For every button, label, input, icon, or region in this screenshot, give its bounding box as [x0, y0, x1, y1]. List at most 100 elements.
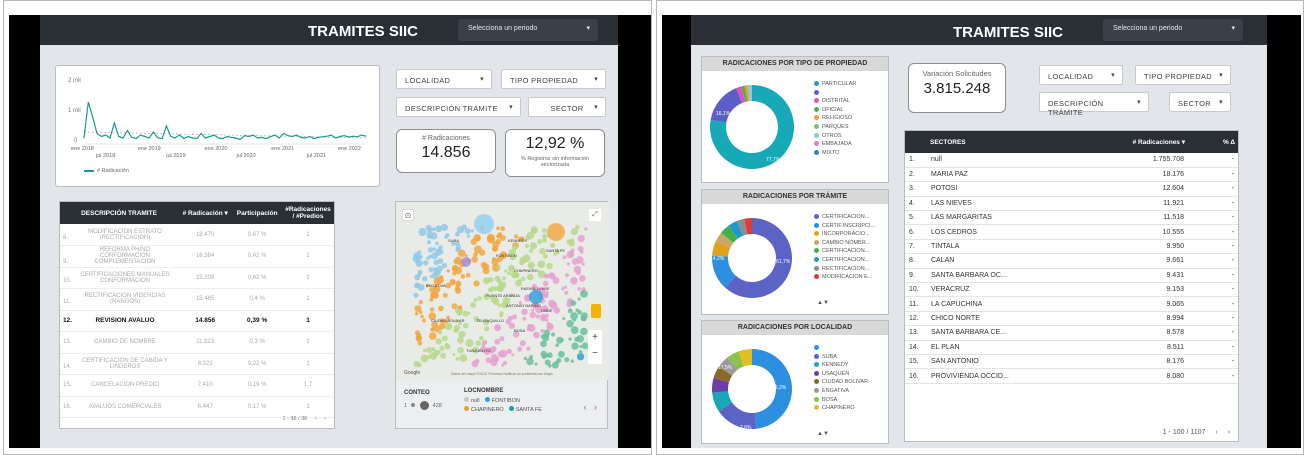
map-bubble[interactable]	[506, 348, 512, 355]
map-bubble[interactable]	[577, 287, 582, 291]
legend-pager[interactable]: ▲▼	[817, 300, 829, 306]
map-bubble[interactable]	[455, 356, 460, 361]
map-bubble[interactable]	[564, 357, 570, 363]
map-bubble[interactable]	[435, 241, 439, 246]
table-row[interactable]: 7. TINTALA 9.950-	[905, 239, 1238, 255]
map-bubble[interactable]	[576, 353, 585, 361]
map-bubble[interactable]	[537, 270, 541, 274]
map-bubble[interactable]	[580, 327, 588, 336]
map-bubble[interactable]	[494, 324, 502, 332]
table-row[interactable]: 13. CAMBIO DE NOMBRE 11.923 0,3 % 1	[60, 331, 334, 354]
map-bubble[interactable]	[540, 350, 548, 358]
map-bubble[interactable]	[452, 353, 456, 357]
legend-item[interactable]: SUBA	[814, 353, 868, 362]
map-bubble[interactable]	[444, 322, 453, 331]
map-bubble[interactable]	[459, 354, 468, 362]
legend-item[interactable]: ENGATIVA	[814, 387, 868, 396]
next-page-icon[interactable]: ›	[1228, 429, 1230, 436]
map-legend-item[interactable]: null	[464, 397, 480, 404]
map-bubble[interactable]	[534, 362, 538, 366]
legend-pager[interactable]: ▲▼	[817, 431, 829, 437]
table-row[interactable]: 8. CALAN 9.661-	[905, 253, 1238, 269]
column-header[interactable]: SECTORES	[927, 131, 1098, 153]
map-bubble[interactable]	[482, 277, 490, 285]
map-bubble[interactable]	[482, 339, 488, 345]
map-bubble[interactable]	[457, 346, 464, 354]
map-bubble[interactable]	[521, 308, 528, 316]
map-bubble[interactable]	[505, 318, 512, 325]
legend-item[interactable]: INCORPORACIO...	[814, 230, 875, 239]
zoom-out-icon[interactable]: −	[588, 346, 602, 362]
map-bubble[interactable]	[420, 354, 429, 363]
descripcion-tramite-filter[interactable]: DESCRIPCIÓN TRÁMITE ▾	[1039, 92, 1149, 117]
map-bubble[interactable]	[529, 290, 543, 304]
map-bubble[interactable]	[440, 352, 447, 359]
map-bubble[interactable]	[486, 233, 495, 242]
map-bubble[interactable]	[493, 357, 498, 363]
map-bubble[interactable]	[474, 245, 482, 254]
map-bubble[interactable]	[493, 286, 499, 292]
map-bubble[interactable]	[519, 340, 526, 347]
map-bubble[interactable]	[428, 267, 434, 273]
map-bubble[interactable]	[431, 272, 439, 279]
map-bubble[interactable]	[563, 285, 568, 289]
legend-item[interactable]: RECTIFICACION...	[814, 265, 875, 274]
map-bubble[interactable]	[461, 257, 471, 267]
map-bubble[interactable]	[570, 326, 579, 334]
map-bubble[interactable]	[580, 315, 587, 322]
map-bubble[interactable]	[457, 337, 464, 344]
map-bubble[interactable]	[442, 292, 448, 298]
map-bubble[interactable]	[553, 252, 557, 256]
table-row[interactable]: 15. CANCELACION PREDIO 7.410 0,19 % 1,7	[60, 374, 334, 397]
map-bubble[interactable]	[415, 259, 423, 267]
map-bubble[interactable]	[573, 265, 582, 274]
map-bubble[interactable]	[445, 233, 450, 237]
table-row[interactable]: 11. LA CAPUCHINA 9.065-	[905, 296, 1238, 312]
map-bubble[interactable]	[492, 245, 499, 252]
sector-filter[interactable]: SECTOR ▾	[1169, 92, 1231, 112]
map-bubble[interactable]	[533, 331, 540, 339]
table-row[interactable]: 12. REVISION AVALUO 14.856 0,39 % 1	[60, 310, 334, 332]
table-row[interactable]: 14. EL PLAN 8.511-	[905, 340, 1238, 355]
map-bubble[interactable]	[494, 338, 501, 345]
prev-page-icon[interactable]: ‹	[1215, 429, 1217, 436]
map-bubble[interactable]	[542, 238, 547, 243]
map-bubble[interactable]	[418, 254, 423, 259]
map-bubble[interactable]	[471, 256, 478, 263]
map-bubble[interactable]	[529, 242, 538, 250]
table-row[interactable]: 2. MARIA PAZ 18.176-	[905, 167, 1238, 183]
map-bubble[interactable]	[455, 287, 462, 294]
map-bubble[interactable]	[542, 253, 548, 259]
map-bubble[interactable]	[413, 292, 419, 298]
map-bubble[interactable]	[568, 337, 572, 341]
map-bubble[interactable]	[551, 332, 556, 337]
map-bubble[interactable]	[546, 262, 553, 270]
localidad-filter[interactable]: LOCALIDAD ▾	[1039, 65, 1123, 85]
map-bubble[interactable]	[539, 247, 546, 255]
map-bubble[interactable]	[526, 357, 534, 366]
map-bubble[interactable]	[579, 275, 586, 282]
column-header[interactable]: Participación	[232, 202, 282, 224]
map-bubble[interactable]	[442, 335, 448, 342]
map-bubble[interactable]	[579, 345, 583, 349]
map-bubble[interactable]	[429, 307, 435, 312]
map-bubble[interactable]	[544, 359, 551, 366]
table-row[interactable]: 12. CHICO NORTE 8.994-	[905, 311, 1238, 327]
map-bubble[interactable]	[564, 290, 569, 295]
map-bubble[interactable]	[526, 273, 534, 281]
map-bubble[interactable]	[446, 269, 450, 273]
table-row[interactable]: 13. SANTA BARBARA CE... 8.578-	[905, 325, 1238, 341]
map-bubble[interactable]	[497, 279, 502, 284]
legend-item[interactable]: PARTICULAR	[814, 80, 856, 89]
map-bubble[interactable]	[537, 260, 546, 269]
map-bubble[interactable]	[570, 277, 578, 285]
map-bubble[interactable]	[499, 311, 504, 316]
tipo-propiedad-filter[interactable]: TIPO PROPIEDAD ▾	[501, 69, 606, 89]
map-bubble[interactable]	[567, 308, 573, 314]
map-bubble[interactable]	[576, 335, 584, 343]
tipo-propiedad-filter[interactable]: TIPO PROPIEDAD ▾	[1135, 65, 1231, 85]
map-bubble[interactable]	[564, 273, 570, 278]
series-line[interactable]	[83, 101, 367, 141]
map-bubble[interactable]	[415, 335, 423, 342]
map-bubble[interactable]	[436, 265, 443, 272]
